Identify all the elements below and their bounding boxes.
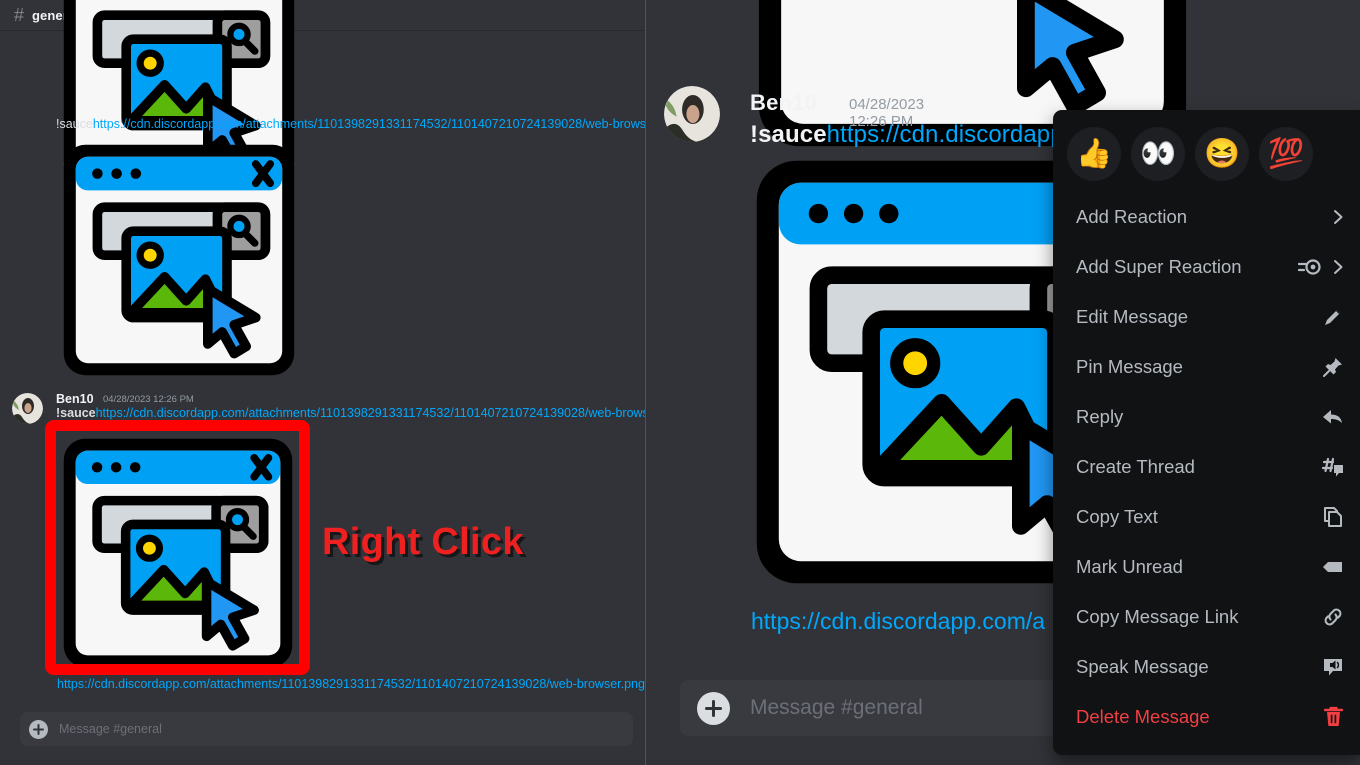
message-input-right[interactable]: Message #general [750, 696, 923, 720]
menu-label: Copy Message Link [1076, 606, 1239, 627]
plus-icon[interactable] [697, 691, 730, 725]
menu-label: Pin Message [1076, 356, 1183, 377]
message-url[interactable]: https://cdn.discordapp. [827, 121, 1071, 148]
message-composer-left[interactable]: Message #general [20, 712, 633, 746]
mark-unread-icon [1322, 557, 1344, 577]
avatar[interactable] [12, 393, 43, 424]
attachment-image-preview-2[interactable] [59, 140, 299, 380]
menu-item-edit-message[interactable]: Edit Message [1053, 292, 1360, 342]
menu-label: Mark Unread [1076, 556, 1183, 577]
menu-item-copy-text[interactable]: Copy Text [1053, 492, 1360, 542]
message-url[interactable]: https://cdn.discordapp.com/attachments/1… [96, 406, 645, 420]
hundred-points-emoji[interactable]: 💯 [1259, 127, 1313, 181]
menu-item-create-thread[interactable]: Create Thread [1053, 442, 1360, 492]
menu-label: Add Super Reaction [1076, 256, 1242, 277]
thread-icon [1321, 457, 1344, 478]
menu-label: Edit Message [1076, 306, 1189, 327]
thumbs-up-emoji[interactable]: 👍 [1067, 127, 1121, 181]
menu-label: Speak Message [1076, 656, 1209, 677]
eyes-emoji[interactable]: 👀 [1131, 127, 1185, 181]
trash-icon [1323, 706, 1344, 728]
message-prefix: !sauce [750, 121, 827, 148]
menu-label: Create Thread [1076, 456, 1195, 477]
quick-reaction-row: 👍 👀 😆 💯 [1053, 110, 1360, 192]
menu-item-copy-message-link[interactable]: Copy Message Link [1053, 592, 1360, 642]
message-url-1[interactable]: https://cdn.discordapp.com/attachments/1… [93, 117, 645, 131]
hash-icon: # [14, 5, 25, 25]
right-click-highlight-box [45, 420, 310, 675]
chevron-right-icon [1333, 259, 1344, 275]
right-click-annotation: Right Click [322, 521, 524, 563]
super-reaction-icon [1298, 258, 1322, 276]
message-content: !saucehttps://cdn.discordapp.com/attachm… [56, 406, 645, 420]
menu-item-add-super-reaction[interactable]: Add Super Reaction [1053, 242, 1360, 292]
menu-item-speak-message[interactable]: Speak Message [1053, 642, 1360, 692]
pin-icon [1322, 356, 1344, 378]
message-username[interactable]: Ben10 [750, 90, 817, 116]
reply-arrow-icon [1322, 407, 1344, 427]
speaker-icon [1322, 657, 1344, 678]
left-panel: # general !saucehttps://cdn.discordapp.c… [0, 0, 645, 765]
message-input-left[interactable]: Message #general [59, 722, 162, 736]
avatar[interactable] [664, 86, 720, 142]
link-icon [1322, 606, 1344, 628]
menu-label: Delete Message [1076, 706, 1210, 727]
menu-item-pin-message[interactable]: Pin Message [1053, 342, 1360, 392]
menu-item-delete-message[interactable]: Delete Message [1053, 692, 1360, 742]
menu-item-mark-unread[interactable]: Mark Unread [1053, 542, 1360, 592]
laughing-emoji[interactable]: 😆 [1195, 127, 1249, 181]
chevron-right-icon [1333, 209, 1344, 225]
attachment-url-3[interactable]: https://cdn.discordapp.com/attachments/1… [57, 677, 645, 691]
screenshot-root: # general !saucehttps://cdn.discordapp.c… [0, 0, 1360, 765]
menu-label: Add Reaction [1076, 206, 1188, 227]
message-context-menu: 👍 👀 😆 💯 Add Reaction Add Super Reaction [1053, 110, 1360, 755]
message-timestamp: 04/28/2023 12:26 PM [103, 394, 194, 405]
menu-item-add-reaction[interactable]: Add Reaction [1053, 192, 1360, 242]
message-prefix-1: !sauce [56, 117, 93, 131]
message-username[interactable]: Ben10 [56, 392, 94, 406]
menu-label: Reply [1076, 406, 1124, 427]
copy-icon [1322, 506, 1344, 528]
menu-item-reply[interactable]: Reply [1053, 392, 1360, 442]
plus-icon[interactable] [29, 719, 48, 739]
menu-label: Copy Text [1076, 506, 1158, 527]
message-prefix: !sauce [56, 406, 96, 420]
attachment-url-1[interactable]: !saucehttps://cdn.discordapp.com/attachm… [56, 117, 645, 131]
pencil-icon [1322, 306, 1344, 328]
